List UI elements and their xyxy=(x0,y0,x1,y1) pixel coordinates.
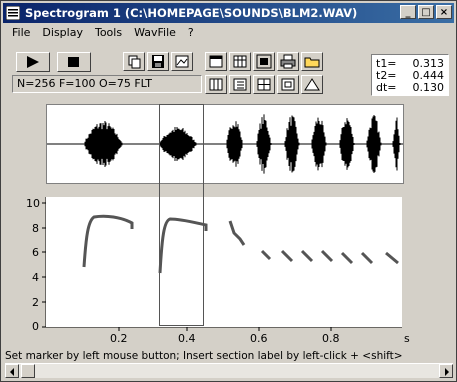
x-tick-label-0.6: 0.6 xyxy=(250,332,268,345)
y-tick-label-4: 4 xyxy=(32,271,39,284)
window-icon xyxy=(209,55,223,68)
menu-tools[interactable]: Tools xyxy=(94,25,123,41)
menu-file[interactable]: File xyxy=(11,25,31,41)
y-tick-label-10: 10 xyxy=(26,197,40,210)
spectrogram-trace xyxy=(385,251,399,265)
spectrogram-plot xyxy=(82,214,399,274)
menu-help[interactable]: ? xyxy=(187,25,195,41)
spectrogram-view[interactable] xyxy=(46,197,402,327)
print-button[interactable] xyxy=(277,52,299,71)
waveform-plot xyxy=(47,114,403,174)
folder-icon xyxy=(304,57,320,68)
triangle-icon xyxy=(304,78,320,91)
window-button[interactable] xyxy=(205,52,227,71)
close-button[interactable]: × xyxy=(436,5,452,19)
arrow-left-icon xyxy=(10,368,14,376)
spectrogram-trace xyxy=(320,249,334,263)
x-tick-label-0.4: 0.4 xyxy=(178,332,196,345)
picture-icon xyxy=(175,55,189,68)
status-bar: Set marker by left mouse button; Insert … xyxy=(5,350,403,362)
scroll-left-button[interactable] xyxy=(5,364,19,378)
copy-button[interactable] xyxy=(123,52,145,71)
menu-display[interactable]: Display xyxy=(41,25,84,41)
horizontal-scrollbar[interactable] xyxy=(5,363,453,378)
y-tick-label-2: 2 xyxy=(32,296,39,309)
open-button[interactable] xyxy=(301,52,323,71)
frame-icon xyxy=(256,54,272,69)
dt-label: dt= xyxy=(376,81,397,94)
save-icon xyxy=(152,55,164,68)
y-tick-label-0: 0 xyxy=(32,320,39,333)
calendar-icon xyxy=(233,55,247,68)
spectrogram-trace xyxy=(260,249,272,261)
y-tick-label-8: 8 xyxy=(32,222,39,235)
image-button[interactable] xyxy=(171,52,193,71)
window-title: Spectrogram 1 (C:\HOMEPAGE\SOUNDS\BLM2.W… xyxy=(25,6,358,20)
x-unit-label: s xyxy=(404,332,410,345)
selection-marker[interactable] xyxy=(159,104,204,326)
title-bar[interactable]: Spectrogram 1 (C:\HOMEPAGE\SOUNDS\BLM2.W… xyxy=(3,3,454,23)
stop-button[interactable] xyxy=(57,52,91,72)
columns-icon xyxy=(209,78,223,91)
save-button[interactable] xyxy=(147,52,169,71)
spectrogram-window: Spectrogram 1 (C:\HOMEPAGE\SOUNDS\BLM2.W… xyxy=(0,0,457,382)
list-button[interactable] xyxy=(229,75,251,94)
menu-wavfile[interactable]: WavFile xyxy=(133,25,177,41)
x-ticks xyxy=(118,327,332,331)
play-icon xyxy=(27,56,39,68)
triangle-button[interactable] xyxy=(301,75,323,94)
analysis-params: N=256 F=100 O=75 FLT xyxy=(12,75,202,93)
time-readout: t1= 0.313 t2= 0.444 dt= 0.130 xyxy=(371,54,449,96)
dt-row: dt= 0.130 xyxy=(376,81,444,94)
dt-value: 0.130 xyxy=(412,81,445,94)
y-tick-label-6: 6 xyxy=(32,246,39,259)
box-button[interactable] xyxy=(277,75,299,94)
menu-bar: File Display Tools WavFile ? xyxy=(5,25,195,41)
list-icon xyxy=(233,78,247,91)
columns-button[interactable] xyxy=(205,75,227,94)
frame-button[interactable] xyxy=(253,52,275,71)
play-button[interactable] xyxy=(16,52,50,72)
copy-icon xyxy=(128,55,141,69)
x-tick-label-0.8: 0.8 xyxy=(322,332,340,345)
spectrogram-trace xyxy=(228,220,246,246)
spectrogram-trace xyxy=(360,251,374,265)
scroll-thumb[interactable] xyxy=(21,364,35,378)
waveform-view[interactable] xyxy=(46,104,404,184)
spectrogram-trace xyxy=(280,249,294,263)
grid-button[interactable] xyxy=(253,75,275,94)
spectrogram-trace xyxy=(340,251,354,265)
calendar-button[interactable] xyxy=(229,52,251,71)
maximize-button[interactable]: □ xyxy=(418,5,434,19)
spectrogram-trace xyxy=(300,249,314,263)
scroll-right-button[interactable] xyxy=(439,364,453,378)
printer-icon xyxy=(280,54,296,69)
arrow-right-icon xyxy=(445,368,449,376)
box-icon xyxy=(281,78,295,91)
x-tick-label-0.2: 0.2 xyxy=(110,332,128,345)
spectrogram-trace xyxy=(82,214,134,268)
app-icon xyxy=(6,6,20,20)
stop-icon xyxy=(68,57,79,67)
minimize-button[interactable]: _ xyxy=(400,5,416,19)
grid-icon xyxy=(257,78,271,91)
